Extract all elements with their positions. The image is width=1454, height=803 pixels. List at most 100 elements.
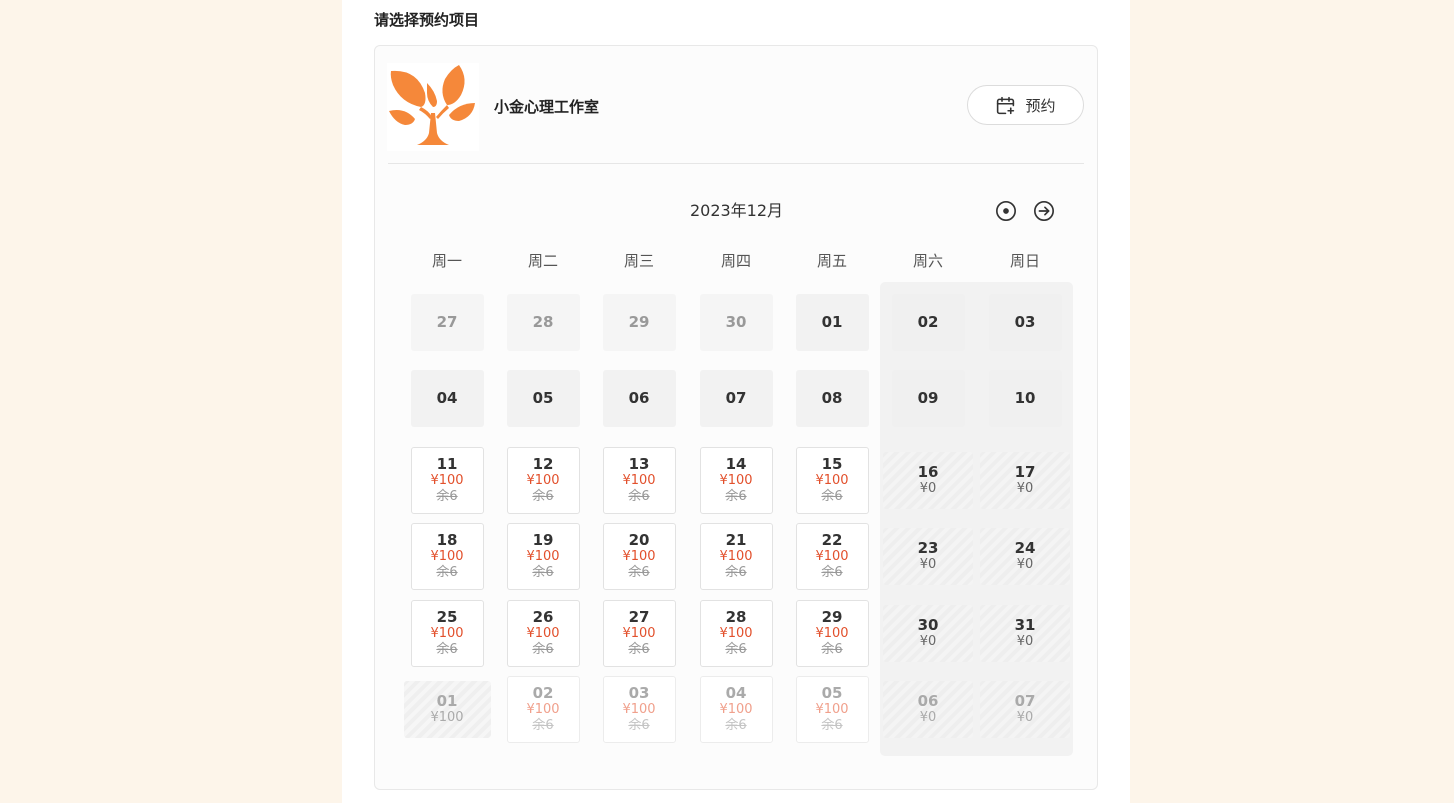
day-number: 03: [1014, 313, 1036, 331]
day-price: ¥100: [430, 473, 464, 488]
day-price: ¥100: [430, 710, 464, 725]
calendar-day-cell[interactable]: 14 ¥100 余6: [699, 447, 773, 514]
day-number: 24: [1014, 539, 1036, 557]
day-number: 21: [725, 531, 747, 549]
calendar-day-cell[interactable]: 28 ¥100 余6: [699, 600, 773, 667]
calendar-day-cell[interactable]: 19 ¥100 余6: [506, 523, 580, 590]
calendar-day-cell: 04: [410, 370, 484, 427]
studio-card: 小金心理工作室 预约 2023年12月 周一 周二 周三 周四 周五 周六 周日…: [374, 45, 1098, 790]
calendar-day-cell[interactable]: 18 ¥100 余6: [410, 523, 484, 590]
calendar-day-cell[interactable]: 22 ¥100 余6: [795, 523, 869, 590]
day-remaining: 余6: [532, 642, 554, 657]
calendar-day-cell: 29: [602, 294, 676, 351]
day-remaining: 余6: [725, 489, 747, 504]
calendar-day-cell: 02 ¥100 余6: [506, 676, 580, 743]
calendar-day-cell: 24 ¥0: [980, 528, 1070, 585]
day-number: 28: [532, 313, 554, 331]
day-remaining: 余6: [628, 718, 650, 733]
calendar-day-cell: 30 ¥0: [883, 605, 973, 662]
day-number: 25: [436, 608, 458, 626]
day-price: ¥100: [719, 626, 753, 641]
booking-page: 请选择预约项目 小金心理工作室 预约 2023年12月 周一 周二 周三 周四 …: [342, 0, 1130, 803]
day-number: 16: [917, 463, 939, 481]
target-icon: [996, 201, 1016, 221]
calendar-day-cell: 05 ¥100 余6: [795, 676, 869, 743]
day-number: 09: [917, 389, 939, 407]
calendar-day-cell: 23 ¥0: [883, 528, 973, 585]
day-price: ¥0: [919, 710, 937, 725]
calendar-day-cell: 27: [410, 294, 484, 351]
calendar-plus-icon: [997, 96, 1015, 114]
day-number: 15: [821, 455, 843, 473]
calendar-day-cell[interactable]: 15 ¥100 余6: [795, 447, 869, 514]
day-remaining: 余6: [821, 642, 843, 657]
day-number: 19: [532, 531, 554, 549]
calendar-day-cell[interactable]: 29 ¥100 余6: [795, 600, 869, 667]
book-button[interactable]: 预约: [967, 85, 1084, 125]
day-price: ¥0: [919, 481, 937, 496]
weekday-label: 周日: [1009, 252, 1040, 270]
calendar-day-cell[interactable]: 27 ¥100 余6: [602, 600, 676, 667]
calendar-day-cell[interactable]: 25 ¥100 余6: [410, 600, 484, 667]
day-remaining: 余6: [821, 565, 843, 580]
calendar-day-cell: 07: [699, 370, 773, 427]
day-number: 17: [1014, 463, 1036, 481]
day-number: 01: [436, 692, 458, 710]
day-number: 11: [436, 455, 458, 473]
day-price: ¥100: [815, 626, 849, 641]
book-button-label: 预约: [1025, 96, 1056, 115]
day-remaining: 余6: [725, 642, 747, 657]
day-remaining: 余6: [725, 565, 747, 580]
calendar-day-cell: 28: [506, 294, 580, 351]
calendar-day-cell: 17 ¥0: [980, 452, 1070, 509]
today-button[interactable]: [995, 200, 1017, 222]
day-remaining: 余6: [628, 642, 650, 657]
day-price: ¥100: [526, 626, 560, 641]
day-number: 29: [628, 313, 650, 331]
day-number: 13: [628, 455, 650, 473]
day-number: 03: [628, 684, 650, 702]
day-number: 30: [725, 313, 747, 331]
calendar-day-cell[interactable]: 21 ¥100 余6: [699, 523, 773, 590]
calendar-day-cell[interactable]: 26 ¥100 余6: [506, 600, 580, 667]
day-remaining: 余6: [532, 489, 554, 504]
day-number: 12: [532, 455, 554, 473]
day-price: ¥100: [526, 702, 560, 717]
next-month-button[interactable]: [1033, 200, 1055, 222]
day-price: ¥100: [526, 549, 560, 564]
day-price: ¥0: [1016, 481, 1034, 496]
day-number: 29: [821, 608, 843, 626]
arrow-right-circle-icon: [1034, 201, 1054, 221]
day-number: 26: [532, 608, 554, 626]
calendar-day-cell[interactable]: 20 ¥100 余6: [602, 523, 676, 590]
day-number: 08: [821, 389, 843, 407]
day-remaining: 余6: [532, 565, 554, 580]
day-number: 02: [917, 313, 939, 331]
day-number: 06: [628, 389, 650, 407]
day-number: 27: [628, 608, 650, 626]
calendar-day-cell: 03 ¥100 余6: [602, 676, 676, 743]
day-number: 23: [917, 539, 939, 557]
calendar-day-cell[interactable]: 13 ¥100 余6: [602, 447, 676, 514]
tree-logo-icon: [389, 65, 475, 145]
studio-logo: [387, 63, 479, 151]
day-price: ¥100: [719, 549, 753, 564]
divider: [388, 163, 1084, 164]
calendar-day-cell[interactable]: 11 ¥100 余6: [410, 447, 484, 514]
calendar-day-cell: 09: [891, 370, 965, 427]
day-number: 10: [1014, 389, 1036, 407]
day-price: ¥100: [622, 549, 656, 564]
day-number: 04: [725, 684, 747, 702]
day-price: ¥100: [815, 549, 849, 564]
day-price: ¥100: [719, 473, 753, 488]
day-price: ¥0: [919, 557, 937, 572]
day-number: 30: [917, 616, 939, 634]
day-price: ¥0: [1016, 710, 1034, 725]
calendar-day-cell: 05: [506, 370, 580, 427]
day-remaining: 余6: [821, 718, 843, 733]
calendar-day-cell: 01: [795, 294, 869, 351]
day-price: ¥100: [526, 473, 560, 488]
calendar-day-cell[interactable]: 12 ¥100 余6: [506, 447, 580, 514]
day-remaining: 余6: [532, 718, 554, 733]
calendar-day-cell: 30: [699, 294, 773, 351]
